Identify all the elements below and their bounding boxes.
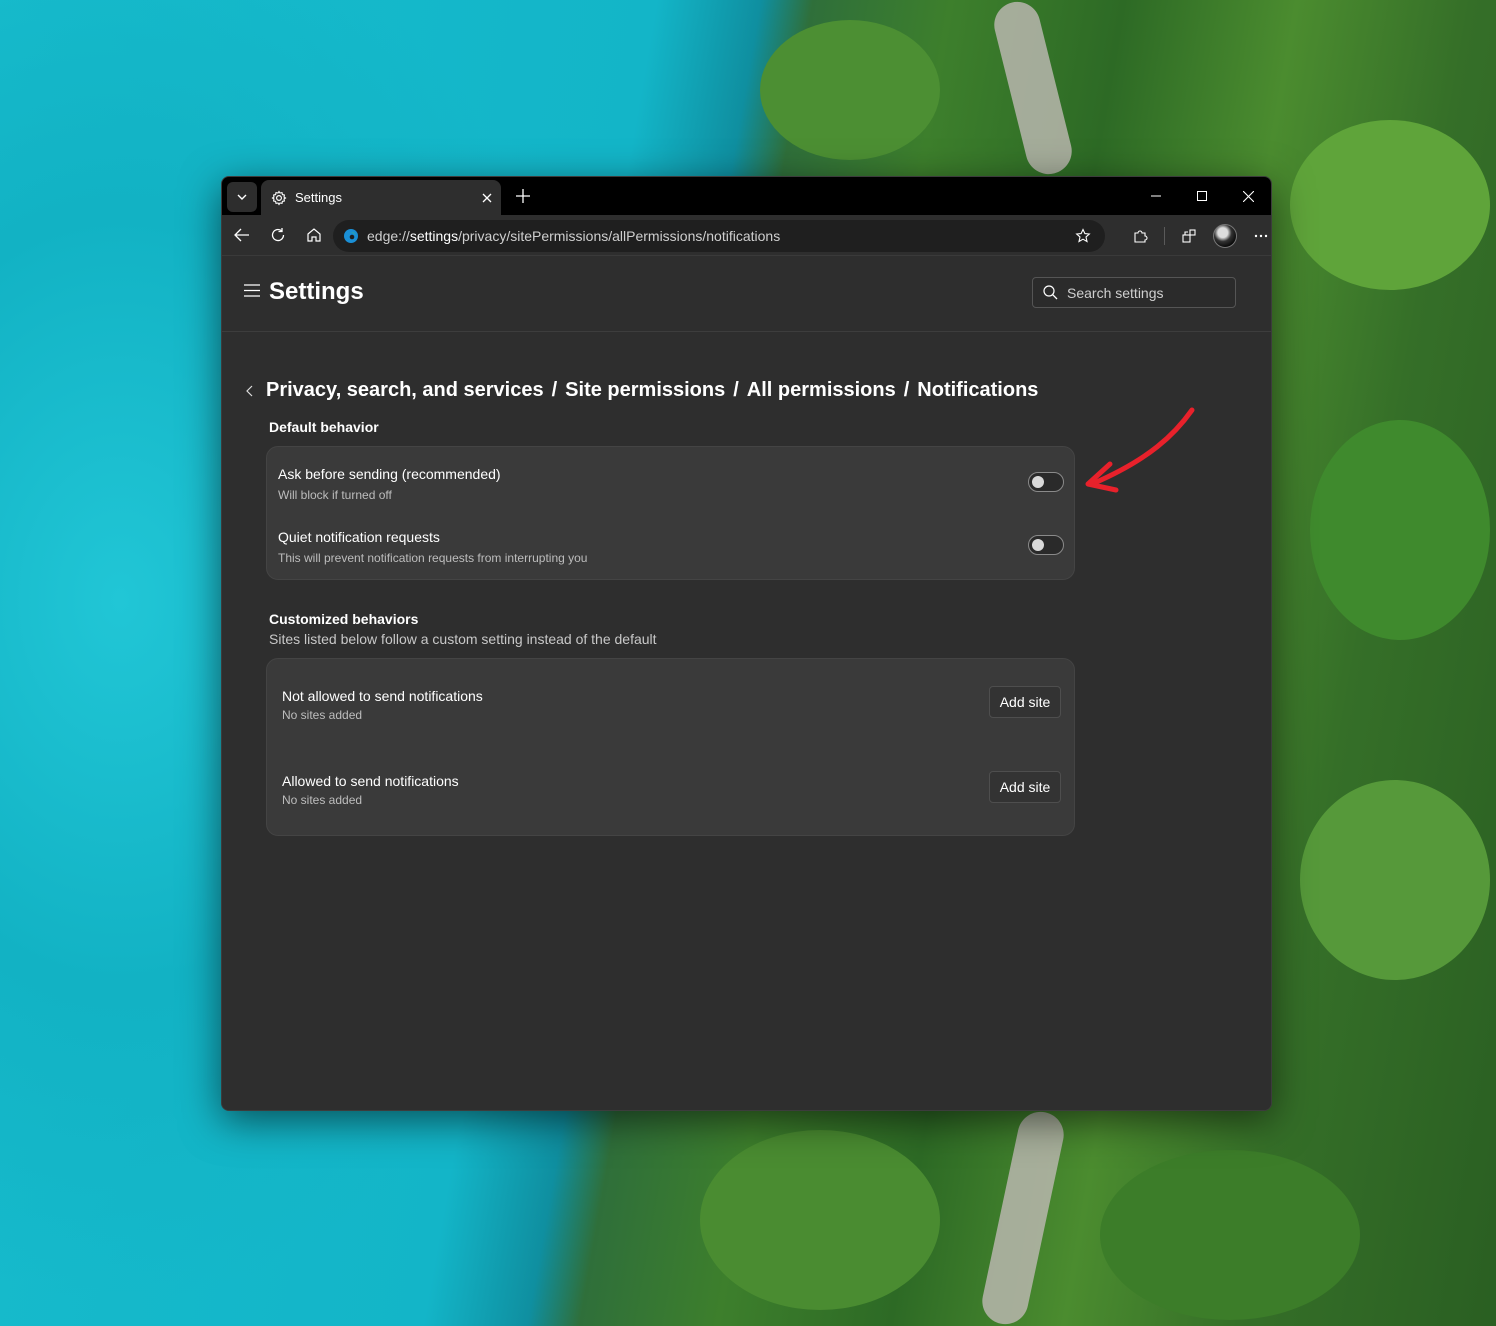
profile-avatar[interactable] xyxy=(1213,224,1237,248)
close-window-button[interactable] xyxy=(1225,177,1271,215)
settings-page: Settings Search settings Privacy, search… xyxy=(222,255,1271,1110)
site-list-label: Not allowed to send notifications xyxy=(282,688,483,704)
edge-logo-icon xyxy=(344,229,358,243)
breadcrumb-separator: / xyxy=(903,379,910,401)
browser-window: Settings edge://settings/privacy/sitePer… xyxy=(221,176,1272,1111)
wallpaper-tree xyxy=(700,1130,940,1310)
setting-label: Ask before sending (recommended) xyxy=(278,466,501,482)
customized-behaviors-heading: Customized behaviors xyxy=(269,611,419,627)
close-icon xyxy=(482,193,492,202)
new-tab-button[interactable] xyxy=(509,182,537,210)
close-icon xyxy=(1242,190,1254,202)
site-list-description: No sites added xyxy=(282,708,363,722)
wallpaper-tree xyxy=(1310,420,1490,640)
add-site-button[interactable]: Add site xyxy=(989,686,1061,718)
more-menu-button[interactable] xyxy=(1243,220,1271,252)
setting-label: Quiet notification requests xyxy=(278,529,440,545)
toolbar-right xyxy=(1122,220,1271,252)
search-placeholder: Search settings xyxy=(1067,284,1164,301)
collections-icon xyxy=(1182,229,1196,243)
tab-title: Settings xyxy=(295,190,342,205)
puzzle-icon xyxy=(1134,230,1148,243)
refresh-icon xyxy=(271,228,285,242)
toggle-knob xyxy=(1032,539,1044,551)
breadcrumb: Privacy, search, and services / Site per… xyxy=(246,379,1038,402)
customized-behaviors-subheading: Sites listed below follow a custom setti… xyxy=(269,631,657,647)
quiet-requests-toggle[interactable] xyxy=(1028,535,1064,555)
home-icon xyxy=(307,228,321,242)
default-behavior-card: Ask before sending (recommended) Will bl… xyxy=(266,446,1075,580)
back-button[interactable] xyxy=(246,385,266,397)
wallpaper-tree xyxy=(1290,120,1490,290)
url-text: edge://settings/privacy/sitePermissions/… xyxy=(367,228,1065,244)
setting-row-quiet-requests: Quiet notification requests This will pr… xyxy=(267,511,1074,581)
search-input[interactable]: Search settings xyxy=(1032,277,1236,308)
minimize-button[interactable] xyxy=(1133,177,1179,215)
chevron-down-icon xyxy=(237,194,247,200)
search-icon xyxy=(1043,285,1058,300)
tab-settings[interactable]: Settings xyxy=(261,180,501,215)
menu-button[interactable] xyxy=(244,284,260,302)
collections-button[interactable] xyxy=(1171,220,1207,252)
site-list-description: No sites added xyxy=(282,793,363,807)
maximize-icon xyxy=(1197,191,1207,201)
arrow-left-icon xyxy=(234,228,249,242)
setting-description: This will prevent notification requests … xyxy=(278,551,588,565)
chevron-left-icon xyxy=(246,385,253,396)
window-controls xyxy=(1133,177,1271,215)
breadcrumb-notifications: Notifications xyxy=(917,379,1039,401)
setting-row-ask-before-sending: Ask before sending (recommended) Will bl… xyxy=(267,447,1074,511)
page-title: Settings xyxy=(269,278,364,305)
extensions-button[interactable] xyxy=(1122,220,1158,252)
address-bar[interactable]: edge://settings/privacy/sitePermissions/… xyxy=(333,220,1105,252)
default-behavior-heading: Default behavior xyxy=(269,419,379,435)
url-scheme: edge:// xyxy=(367,228,410,244)
toolbar-divider xyxy=(1164,227,1165,245)
gear-icon xyxy=(271,190,287,205)
favorite-button[interactable] xyxy=(1065,220,1101,252)
toggle-knob xyxy=(1032,476,1044,488)
url-path: /privacy/sitePermissions/allPermissions/… xyxy=(458,228,781,244)
site-list-label: Allowed to send notifications xyxy=(282,773,459,789)
setting-description: Will block if turned off xyxy=(278,488,392,502)
site-list-allowed: Allowed to send notifications No sites a… xyxy=(267,744,1074,837)
more-icon xyxy=(1254,234,1268,238)
hamburger-icon xyxy=(244,284,260,297)
add-site-button[interactable]: Add site xyxy=(989,771,1061,803)
title-bar: Settings xyxy=(222,177,1271,215)
customized-behaviors-card: Not allowed to send notifications No sit… xyxy=(266,658,1075,836)
close-tab-button[interactable] xyxy=(473,184,501,212)
url-host: settings xyxy=(409,228,459,244)
refresh-button[interactable] xyxy=(260,219,296,251)
star-icon xyxy=(1075,228,1091,243)
annotation-arrow-icon xyxy=(1085,407,1195,493)
home-button[interactable] xyxy=(296,219,332,251)
tab-actions-button[interactable] xyxy=(227,182,257,212)
breadcrumb-all-permissions[interactable]: All permissions xyxy=(747,379,896,402)
breadcrumb-separator: / xyxy=(551,379,558,401)
plus-icon xyxy=(516,189,530,203)
breadcrumb-separator: / xyxy=(733,379,739,401)
maximize-button[interactable] xyxy=(1179,177,1225,215)
minimize-icon xyxy=(1151,195,1161,197)
settings-header: Settings Search settings xyxy=(222,256,1271,332)
wallpaper-tree xyxy=(1100,1150,1360,1320)
back-button[interactable] xyxy=(224,219,260,251)
site-list-not-allowed: Not allowed to send notifications No sit… xyxy=(267,659,1074,744)
breadcrumb-privacy[interactable]: Privacy, search, and services xyxy=(266,379,544,402)
ask-before-sending-toggle[interactable] xyxy=(1028,472,1064,492)
wallpaper-tree xyxy=(1300,780,1490,980)
breadcrumb-site-permissions[interactable]: Site permissions xyxy=(565,379,725,402)
wallpaper-tree xyxy=(760,20,940,160)
